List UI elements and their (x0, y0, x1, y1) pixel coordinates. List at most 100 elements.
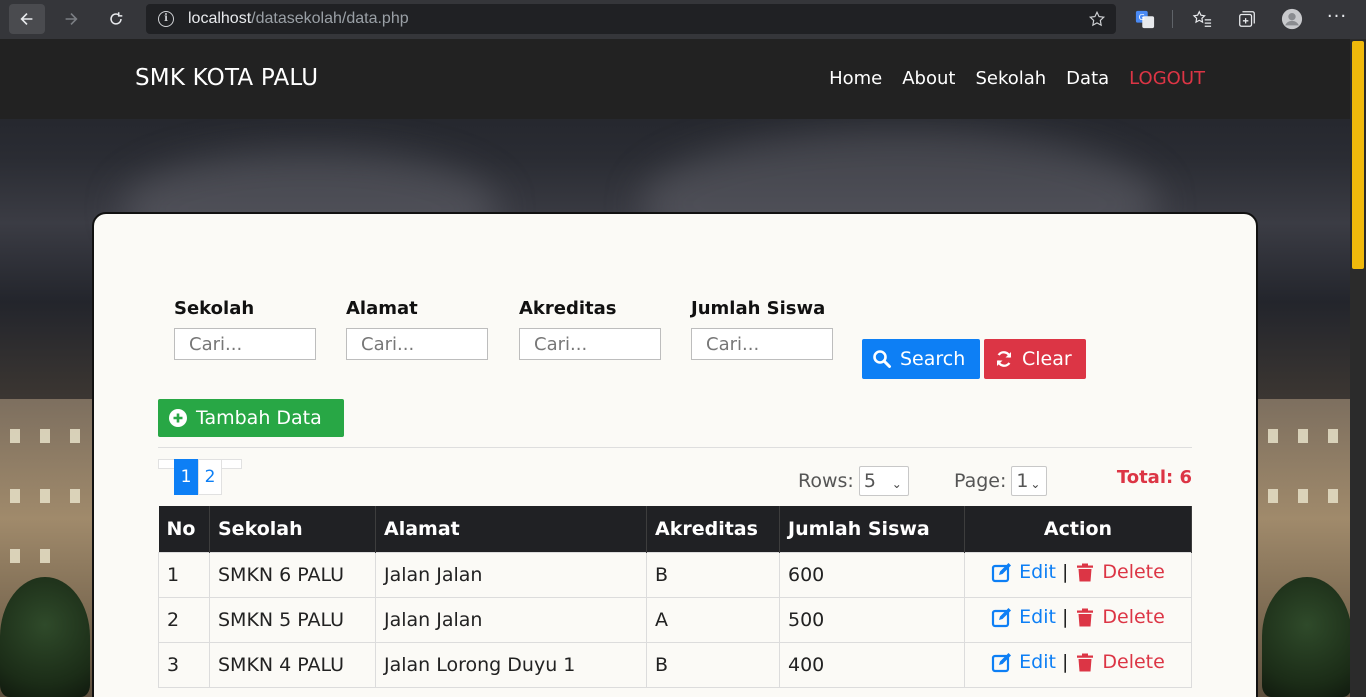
table-header-row: No Sekolah Alamat Akreditas Jumlah Siswa… (158, 506, 1192, 552)
delete-label: Delete (1102, 561, 1165, 583)
reload-icon (110, 12, 123, 25)
clear-button[interactable]: Clear (984, 339, 1086, 379)
cell-no: 2 (158, 596, 210, 643)
cell-alamat: Jalan Jalan (375, 596, 647, 643)
filter-sekolah-input[interactable] (174, 328, 316, 360)
chevron-down-icon: ⌄ (1030, 477, 1041, 491)
edit-link[interactable]: Edit (991, 651, 1056, 673)
delete-link[interactable]: Delete (1074, 651, 1165, 673)
divider (158, 447, 1192, 448)
rows-select[interactable]: 5 ⌄ (858, 466, 909, 496)
trash-icon (1077, 653, 1094, 672)
filter-jumlah-siswa: Jumlah Siswa (691, 298, 841, 360)
toolbar-divider (1172, 10, 1173, 28)
svg-text:G: G (1139, 12, 1145, 22)
edit-icon (992, 653, 1012, 673)
filter-alamat: Alamat (346, 298, 496, 360)
nav-about[interactable]: About (902, 68, 955, 89)
edit-label: Edit (1019, 606, 1056, 628)
back-button[interactable] (9, 4, 45, 34)
filter-akreditas: Akreditas (519, 298, 669, 360)
nav-menu: Home About Sekolah Data LOGOUT (829, 68, 1205, 89)
filter-akreditas-input[interactable] (519, 328, 661, 360)
action-separator: | (1061, 561, 1069, 583)
info-icon[interactable]: i (158, 11, 174, 27)
edit-label: Edit (1019, 561, 1056, 583)
add-data-button[interactable]: Tambah Data (158, 399, 344, 437)
trash-icon (1077, 608, 1094, 627)
cell-sekolah: SMKN 6 PALU (209, 551, 376, 598)
site-brand[interactable]: SMK KOTA PALU (135, 65, 318, 91)
cell-jumlah-siswa: 400 (779, 641, 965, 688)
table-row: 3 SMKN 4 PALU Jalan Lorong Duyu 1 B 400 … (158, 641, 1192, 688)
filter-jumlah-siswa-input[interactable] (691, 328, 833, 360)
nav-home[interactable]: Home (829, 68, 882, 89)
page-scrollbar[interactable] (1350, 39, 1366, 697)
rows-label: Rows: (798, 470, 854, 492)
filter-alamat-label: Alamat (346, 298, 418, 319)
browser-toolbar: i localhost/datasekolah/data.php G ··· (0, 0, 1366, 39)
more-icon[interactable]: ··· (1326, 5, 1348, 27)
filter-akreditas-label: Akreditas (519, 298, 617, 319)
total-count: Total: 6 (1116, 467, 1192, 488)
clear-button-label: Clear (1022, 348, 1072, 370)
cell-akreditas: B (646, 641, 780, 688)
nav-data[interactable]: Data (1066, 68, 1109, 89)
url-text[interactable]: localhost/datasekolah/data.php (188, 10, 409, 28)
add-data-button-label: Tambah Data (196, 407, 322, 429)
cell-action: Edit | Delete (964, 641, 1192, 688)
cell-no: 3 (158, 641, 210, 688)
arrow-right-icon (65, 13, 78, 25)
page-link-2[interactable]: 2 (198, 459, 222, 495)
favorites-icon[interactable] (1191, 8, 1213, 30)
star-icon[interactable] (1088, 10, 1106, 28)
table-row: 2 SMKN 5 PALU Jalan Jalan A 500 Edit | D… (158, 596, 1192, 643)
site-navbar: SMK KOTA PALU Home About Sekolah Data LO… (0, 39, 1350, 119)
table-row: 1 SMKN 6 PALU Jalan Jalan B 600 Edit | D… (158, 551, 1192, 598)
cell-no: 1 (158, 551, 210, 598)
scrollbar-thumb[interactable] (1352, 41, 1364, 269)
search-button[interactable]: Search (862, 339, 980, 379)
nav-sekolah[interactable]: Sekolah (975, 68, 1046, 89)
filter-sekolah: Sekolah (174, 298, 324, 360)
cell-jumlah-siswa: 600 (779, 551, 965, 598)
delete-label: Delete (1102, 606, 1165, 628)
data-card: Sekolah Alamat Akreditas Jumlah Siswa Se… (92, 212, 1258, 697)
header-jumlah-siswa: Jumlah Siswa (779, 506, 965, 552)
collections-icon[interactable] (1236, 8, 1258, 30)
nav-logout[interactable]: LOGOUT (1129, 68, 1205, 89)
page-select[interactable]: 1 ⌄ (1011, 466, 1048, 496)
header-akreditas: Akreditas (646, 506, 780, 552)
delete-label: Delete (1102, 651, 1165, 673)
page-link-1[interactable]: 1 (174, 459, 198, 495)
page-viewport: SMK KOTA PALU Home About Sekolah Data LO… (0, 39, 1366, 697)
edit-icon (992, 608, 1012, 628)
header-no: No (158, 506, 210, 552)
edit-link[interactable]: Edit (991, 606, 1056, 628)
rows-control: Rows: 5 ⌄ (798, 466, 909, 496)
cell-action: Edit | Delete (964, 596, 1192, 643)
cell-jumlah-siswa: 500 (779, 596, 965, 643)
cell-akreditas: B (646, 551, 780, 598)
edit-link[interactable]: Edit (991, 561, 1056, 583)
cell-akreditas: A (646, 596, 780, 643)
action-separator: | (1061, 651, 1069, 673)
address-bar[interactable]: i localhost/datasekolah/data.php (146, 4, 1116, 34)
filter-alamat-input[interactable] (346, 328, 488, 360)
cell-alamat: Jalan Lorong Duyu 1 (375, 641, 647, 688)
search-icon (873, 350, 891, 368)
forward-button[interactable] (53, 4, 89, 34)
profile-avatar-icon[interactable] (1281, 8, 1303, 30)
action-separator: | (1061, 606, 1069, 628)
translate-icon[interactable]: G (1134, 8, 1156, 30)
edit-label: Edit (1019, 651, 1056, 673)
background-tree (0, 577, 90, 697)
cell-sekolah: SMKN 5 PALU (209, 596, 376, 643)
delete-link[interactable]: Delete (1074, 606, 1165, 628)
refresh-icon (996, 351, 1012, 367)
delete-link[interactable]: Delete (1074, 561, 1165, 583)
reload-button[interactable] (98, 4, 134, 34)
filter-sekolah-label: Sekolah (174, 298, 255, 319)
arrow-left-icon (20, 13, 33, 25)
header-alamat: Alamat (375, 506, 647, 552)
